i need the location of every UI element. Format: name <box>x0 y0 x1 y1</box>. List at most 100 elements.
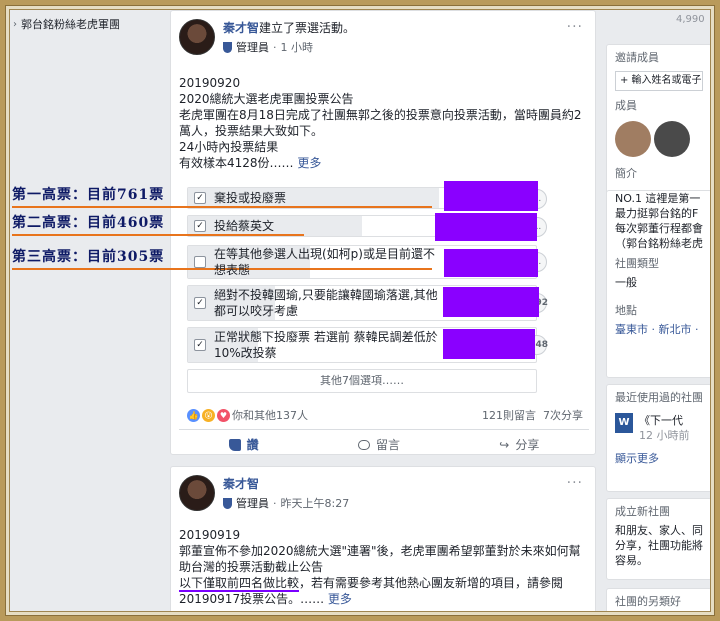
poll-checkbox[interactable]: ✓ <box>194 339 206 351</box>
create-group-heading: 成立新社團 <box>615 505 670 518</box>
post-line: 2020總統大選老虎軍團投票公告 <box>179 92 354 106</box>
poll-option-label: 在等其他參選人出現(如柯p)或是目前還不想表態 <box>214 247 435 277</box>
like-label: 讚 <box>246 438 259 452</box>
recent-groups-heading: 最近使用過的社團 <box>615 391 703 404</box>
post-header: 秦才智建立了票選活動。 管理員 · 1 小時 <box>179 19 355 55</box>
share-button[interactable]: ↪ 分享 <box>499 436 539 453</box>
see-more-button[interactable]: 顯示更多 <box>607 451 710 466</box>
like-button[interactable]: 讚 <box>228 436 259 453</box>
member-photo[interactable] <box>654 121 690 157</box>
group-type-value: 一般 <box>615 276 637 289</box>
poll-option-label: 絕對不投韓國瑜,只要能讓韓國瑜落選,其他都可以咬牙考慮 <box>214 288 438 318</box>
avatar[interactable] <box>179 19 215 55</box>
redaction-block <box>444 249 538 277</box>
post-text: 20190919 郭董宣佈不參加2020總統大選"連署"後，老虎軍團希望郭董對於… <box>179 527 589 607</box>
recent-item-title: 《下一代 <box>639 414 683 427</box>
post-meta: 管理員 · 昨天上午8:27 <box>223 495 349 511</box>
annotation-label: 第二高票：目前460票 <box>12 215 165 231</box>
post-options-icon[interactable]: ··· <box>567 475 583 491</box>
post-text: 20190920 2020總統大選老虎軍團投票公告 老虎軍團在8月18日完成了社… <box>179 75 589 171</box>
location-value[interactable]: 臺東市 · 新北市 · <box>607 322 710 337</box>
comment-button[interactable]: 留言 <box>357 436 400 453</box>
wow-reaction-icon: 😮 <box>202 408 215 422</box>
intro-line: （郭台銘粉絲老虎 <box>615 237 703 250</box>
annotation-underline <box>12 206 432 208</box>
poll-checkbox[interactable]: ✓ <box>194 220 206 232</box>
group-link[interactable]: › 郭台銘粉絲老虎軍團 <box>13 16 120 32</box>
redaction-block <box>444 181 538 211</box>
member-count-top: 4,990 <box>676 14 705 25</box>
role-badge: 管理員 <box>236 41 269 54</box>
poll-checkbox[interactable]: ✓ <box>194 192 206 204</box>
poll-option-label: 投給蔡英文 <box>214 219 275 233</box>
chevron-right-icon: › <box>13 18 17 30</box>
post-line: 24小時內投票結果 <box>179 140 279 154</box>
member-photo[interactable] <box>615 121 651 157</box>
author-name[interactable]: 秦才智 <box>223 21 259 35</box>
location-heading: 地點 <box>615 304 637 317</box>
post-meta: 管理員 · 1 小時 <box>223 39 355 55</box>
shares-count[interactable]: 7次分享 <box>543 409 583 422</box>
group-type-heading: 社團類型 <box>615 257 659 270</box>
post-line: 郭董宣佈不參加2020總統大選"連署"後，老虎軍團希望郭董對於未來如何幫助台灣的… <box>179 544 581 574</box>
author-line: 秦才智建立了票選活動。 <box>223 19 355 36</box>
love-reaction-icon: ♥ <box>217 408 230 422</box>
redaction-block <box>443 287 539 317</box>
reactions[interactable]: 👍 😮 ♥ 你和其他137人 <box>187 407 308 423</box>
create-group-text: 分享，社團功能將 <box>615 539 703 552</box>
share-label: 分享 <box>515 438 540 452</box>
members-heading: 成員 <box>615 99 637 112</box>
invite-input[interactable]: + 輸入姓名或電子 <box>615 71 703 91</box>
about-box: NO.1 這裡是第一 最力挺郭台銘的F 每次郭董行程都會 （郭台銘粉絲老虎 社團… <box>606 190 710 378</box>
post-header: 秦才智 管理員 · 昨天上午8:27 <box>179 475 349 511</box>
role-badge: 管理員 <box>236 497 269 510</box>
bottom-heading: 社團的另類好 <box>615 595 681 608</box>
recent-item-time: 12 小時前 <box>639 429 690 442</box>
post-options-icon[interactable]: ··· <box>567 19 583 35</box>
poll-checkbox[interactable]: ✓ <box>194 297 206 309</box>
reactions-text: 你和其他137人 <box>232 409 308 422</box>
see-more-link[interactable]: 更多 <box>297 156 321 170</box>
recent-groups-box: 最近使用過的社團 W 《下一代 12 小時前 顯示更多 <box>606 384 710 492</box>
post-action-text: 建立了票選活動。 <box>259 21 356 35</box>
create-group-text: 容易。 <box>615 554 648 567</box>
author-name[interactable]: 秦才智 <box>223 477 259 491</box>
comment-label: 留言 <box>375 438 400 452</box>
intro-line: 最力挺郭台銘的F <box>615 207 699 220</box>
poll-checkbox[interactable] <box>194 256 206 268</box>
recent-group-item[interactable]: W 《下一代 12 小時前 <box>607 409 710 447</box>
annotation-underline <box>12 234 304 236</box>
author-line: 秦才智 <box>223 475 349 492</box>
right-sidebar: 4,990 邀請成員 + 輸入姓名或電子 成員 簡介 NO.1 這裡是第一 最力… <box>606 10 710 611</box>
bottom-box: 社團的另類好 <box>606 588 710 611</box>
word-doc-icon: W <box>615 413 633 433</box>
annotation-label: 第一高票：目前761票 <box>12 187 165 203</box>
other-options-link[interactable]: 其他7個選項…… <box>187 369 537 393</box>
member-photos <box>607 117 710 161</box>
redaction-block <box>443 329 535 359</box>
post-card-poll: 秦才智建立了票選活動。 管理員 · 1 小時 ··· 20190920 2020… <box>170 10 596 455</box>
avatar[interactable] <box>179 475 215 511</box>
poll-option-label: 棄投或投廢票 <box>214 191 287 205</box>
post-time[interactable]: 昨天上午8:27 <box>281 495 350 511</box>
post-line: 老虎軍團在8月18日完成了社團無郭之後的投票意向投票活動，當時團員約2萬人，投票… <box>179 108 582 138</box>
engagement-counts: 121則留言 7次分享 <box>482 407 583 423</box>
reaction-summary: 👍 😮 ♥ 你和其他137人 121則留言 7次分享 <box>187 407 583 423</box>
post-line: 以下僅取前四名做比較，若有需要參考其他熱心團友新增的項目，請參閱20190917… <box>179 575 589 607</box>
annotation-label: 第三高票：目前305票 <box>12 249 165 265</box>
dot-separator: · <box>273 496 277 510</box>
intro-line: NO.1 這裡是第一 <box>615 192 701 205</box>
post-line: 有效樣本4128份…… 更多 <box>179 155 589 171</box>
like-reaction-icon: 👍 <box>187 408 200 422</box>
dot-separator: · <box>273 40 277 54</box>
see-more-link[interactable]: 更多 <box>328 592 352 606</box>
post-line: 20190919 <box>179 528 241 542</box>
group-link-label: 郭台銘粉絲老虎軍團 <box>21 18 120 31</box>
create-group-text: 和朋友、家人、同 <box>615 524 703 537</box>
admin-shield-icon <box>223 497 232 509</box>
create-group-box: 成立新社團 和朋友、家人、同 分享，社團功能將 容易。 <box>606 498 710 580</box>
post-time[interactable]: 1 小時 <box>281 39 314 55</box>
comments-count[interactable]: 121則留言 <box>482 409 536 422</box>
intro-heading: 簡介 <box>615 167 637 180</box>
screenshot-area: › 郭台銘粉絲老虎軍團 秦才智建立了票選活動。 管理員 · 1 小時 ··· 2… <box>9 9 711 612</box>
